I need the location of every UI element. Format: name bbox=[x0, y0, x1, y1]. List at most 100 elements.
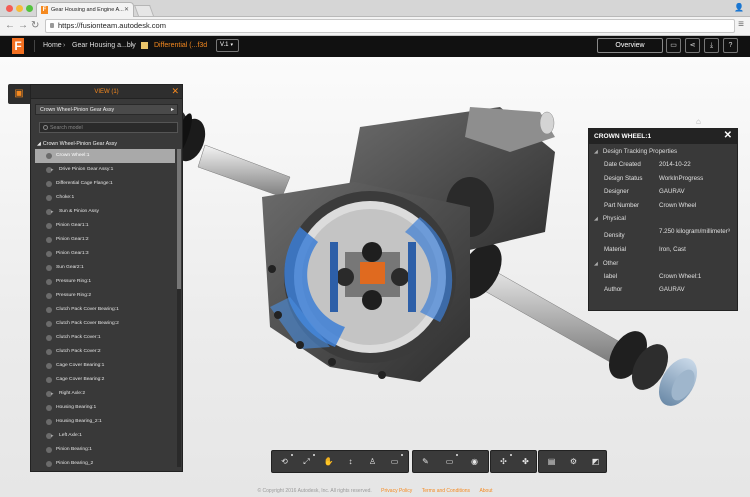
expand-arrow-icon[interactable]: ▸ bbox=[51, 429, 54, 443]
tree-node[interactable]: Cage Cover Bearing:1 bbox=[35, 359, 175, 373]
property-section-header[interactable]: ◢ Physical bbox=[594, 215, 626, 222]
visibility-icon[interactable] bbox=[46, 223, 52, 229]
tree-node[interactable]: ▸ Left Axle:1 bbox=[35, 429, 175, 443]
tree-node[interactable]: Clutch Pack Cover Bearing:1 bbox=[35, 303, 175, 317]
search-model-input[interactable]: Search model bbox=[39, 122, 178, 133]
close-window-button[interactable] bbox=[6, 5, 13, 12]
scrollbar-thumb[interactable] bbox=[177, 149, 181, 289]
differential-housing[interactable] bbox=[262, 182, 470, 382]
tree-node[interactable]: Crown Wheel:1 bbox=[35, 149, 175, 163]
pan-icon[interactable]: ✋ bbox=[317, 451, 340, 472]
visibility-icon[interactable] bbox=[46, 293, 52, 299]
tree-node[interactable]: ▸ Drive Pinion Gear Assy:1 bbox=[35, 163, 175, 177]
tree-node[interactable]: Differential Cage Flange:1 bbox=[35, 177, 175, 191]
back-arrow-icon[interactable]: ← bbox=[5, 20, 15, 32]
tree-node[interactable]: Pinion Gear1:2 bbox=[35, 233, 175, 247]
overview-button[interactable]: Overview bbox=[597, 38, 663, 53]
walk-icon[interactable]: ♙ bbox=[361, 451, 384, 472]
home-view-icon[interactable]: ⌂ bbox=[696, 117, 701, 126]
visibility-icon[interactable] bbox=[46, 237, 52, 243]
tree-node[interactable]: Housing Bearing:1 bbox=[35, 401, 175, 415]
share-icon[interactable]: ⋖ bbox=[685, 38, 700, 53]
visibility-icon[interactable] bbox=[46, 321, 52, 327]
tree-node[interactable]: Pinion Gear1:1 bbox=[35, 219, 175, 233]
breadcrumb-project[interactable]: Gear Housing a...bly bbox=[72, 41, 136, 50]
free-orbit-icon[interactable]: ⤢ bbox=[295, 451, 318, 472]
about-link[interactable]: About bbox=[479, 488, 492, 494]
visibility-icon[interactable] bbox=[46, 447, 52, 453]
visibility-icon[interactable] bbox=[46, 181, 52, 187]
close-icon[interactable]: ✕ bbox=[171, 85, 179, 98]
visibility-icon[interactable] bbox=[46, 419, 52, 425]
eye-icon[interactable]: ◉ bbox=[463, 451, 486, 472]
browser-tab[interactable]: F Gear Housing and Engine A... ✕ bbox=[36, 2, 134, 17]
collapse-arrow-icon[interactable]: ◢ bbox=[594, 261, 598, 267]
visibility-icon[interactable] bbox=[46, 377, 52, 383]
tree-node[interactable]: ▸ Sun & Pinion Assy bbox=[35, 205, 175, 219]
tree-root-node[interactable]: ◢ Crown Wheel-Pinion Gear Assy bbox=[31, 139, 182, 149]
maximize-window-button[interactable] bbox=[26, 5, 33, 12]
tree-node[interactable]: Clutch Pack Cover:1 bbox=[35, 331, 175, 345]
tree-node[interactable]: Pinion Bearing:1 bbox=[35, 443, 175, 457]
fusion-logo-icon[interactable]: F bbox=[12, 38, 24, 54]
section-icon[interactable]: ✤ bbox=[514, 451, 537, 472]
markup-pen-icon[interactable]: ✎ bbox=[414, 451, 437, 472]
comment-icon[interactable]: ▭ bbox=[438, 451, 461, 472]
comment-icon[interactable]: ▭ bbox=[666, 38, 681, 53]
model-browser-toggle-icon[interactable]: ▣ bbox=[8, 84, 30, 104]
tree-node[interactable]: Choke:1 bbox=[35, 191, 175, 205]
expand-arrow-icon[interactable]: ▸ bbox=[51, 163, 54, 177]
download-icon[interactable]: ⤓ bbox=[704, 38, 719, 53]
fullscreen-icon[interactable]: ◩ bbox=[584, 451, 607, 472]
terms-link[interactable]: Terms and Conditions bbox=[422, 488, 470, 494]
tree-node[interactable]: Clutch Pack Cover:2 bbox=[35, 345, 175, 359]
gear-icon[interactable]: ⚙ bbox=[562, 451, 585, 472]
zoom-icon[interactable]: ↕ bbox=[339, 451, 362, 472]
forward-arrow-icon[interactable]: → bbox=[18, 20, 28, 32]
orbit-icon[interactable]: ⟲ bbox=[273, 451, 296, 472]
assembly-dropdown[interactable]: Crown Wheel-Pinion Gear Assy ▸ bbox=[35, 104, 178, 115]
property-section-header[interactable]: ◢ Design Tracking Properties bbox=[594, 148, 677, 155]
close-tab-icon[interactable]: ✕ bbox=[124, 3, 129, 17]
visibility-icon[interactable] bbox=[46, 265, 52, 271]
expand-arrow-icon[interactable]: ▸ bbox=[51, 205, 54, 219]
tree-node[interactable]: Pinion Gear1:3 bbox=[35, 247, 175, 261]
tree-node[interactable]: Sun Gear2:1 bbox=[35, 261, 175, 275]
breadcrumb-home[interactable]: Home bbox=[43, 41, 62, 50]
tree-node[interactable]: Pinion Bearing_2 bbox=[35, 457, 175, 467]
tree-node[interactable]: Housing Bearing_2:1 bbox=[35, 415, 175, 429]
tree-scrollbar[interactable] bbox=[177, 149, 181, 467]
collapse-arrow-icon[interactable]: ◢ bbox=[594, 149, 598, 155]
visibility-icon[interactable] bbox=[46, 363, 52, 369]
visibility-icon[interactable] bbox=[46, 153, 52, 159]
new-tab-button[interactable] bbox=[133, 5, 155, 16]
visibility-icon[interactable] bbox=[46, 349, 52, 355]
help-icon[interactable]: ? bbox=[723, 38, 738, 53]
breadcrumb-document[interactable]: Differential (...f3d bbox=[154, 41, 207, 50]
property-section-header[interactable]: ◢ Other bbox=[594, 260, 618, 267]
camera-icon[interactable]: ▭ bbox=[383, 451, 406, 472]
profile-icon[interactable]: 👤 bbox=[734, 3, 744, 12]
reload-icon[interactable]: ↻ bbox=[31, 20, 39, 32]
model-structure-icon[interactable]: ▤ bbox=[540, 451, 563, 472]
tree-node[interactable]: Pressure Ring:2 bbox=[35, 289, 175, 303]
tree-node[interactable]: Pressure Ring:1 bbox=[35, 275, 175, 289]
visibility-icon[interactable] bbox=[46, 461, 52, 467]
browser-menu-icon[interactable]: ≡ bbox=[738, 19, 744, 30]
privacy-link[interactable]: Privacy Policy bbox=[381, 488, 412, 494]
tree-node[interactable]: Cage Cover Bearing:2 bbox=[35, 373, 175, 387]
tree-node[interactable]: Clutch Pack Cover Bearing:2 bbox=[35, 317, 175, 331]
expand-arrow-icon[interactable]: ▸ bbox=[51, 387, 54, 401]
collapse-arrow-icon[interactable]: ◢ bbox=[594, 216, 598, 222]
minimize-window-button[interactable] bbox=[16, 5, 23, 12]
address-bar[interactable]: https://fusionteam.autodesk.com bbox=[45, 19, 735, 33]
explode-icon[interactable]: ✣ bbox=[492, 451, 515, 472]
visibility-icon[interactable] bbox=[46, 307, 52, 313]
tree-node[interactable]: ▸ Right Axle:2 bbox=[35, 387, 175, 401]
visibility-icon[interactable] bbox=[46, 405, 52, 411]
visibility-icon[interactable] bbox=[46, 335, 52, 341]
close-icon[interactable]: ✕ bbox=[724, 129, 732, 143]
visibility-icon[interactable] bbox=[46, 195, 52, 201]
visibility-icon[interactable] bbox=[46, 251, 52, 257]
visibility-icon[interactable] bbox=[46, 279, 52, 285]
